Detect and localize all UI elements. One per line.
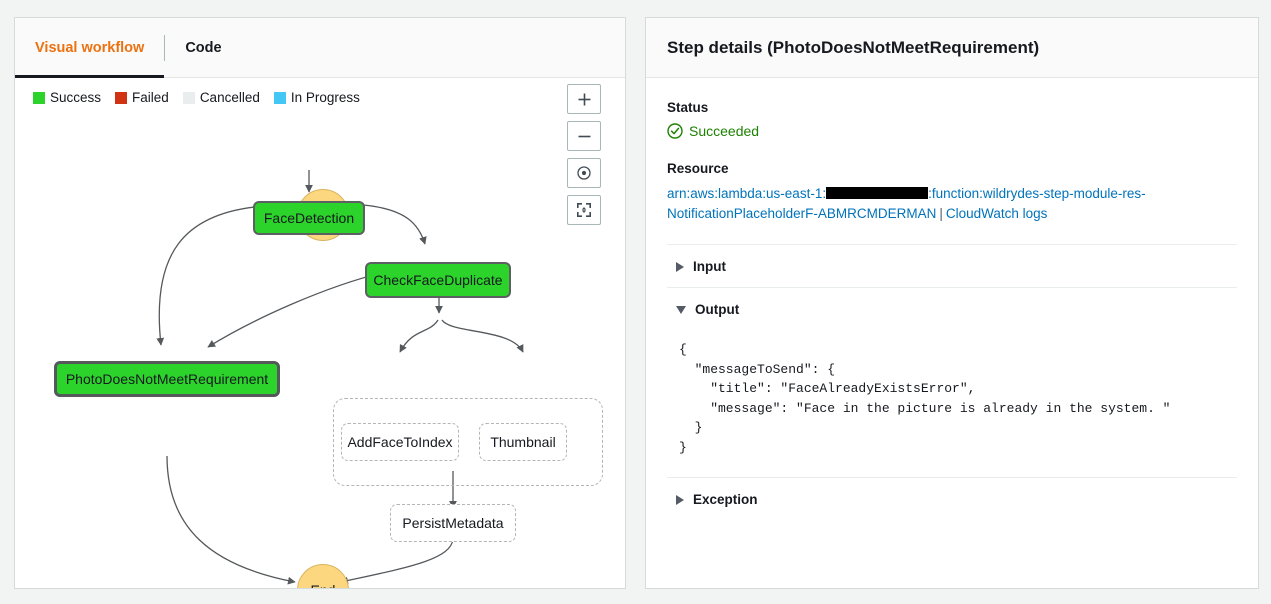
input-accordion-header[interactable]: Input (667, 245, 1237, 287)
node-check-face-duplicate[interactable]: CheckFaceDuplicate (365, 262, 511, 298)
output-json-content: { "messageToSend": { "title": "FaceAlrea… (679, 342, 1171, 455)
plus-icon (578, 93, 590, 105)
legend-label-failed: Failed (132, 90, 169, 105)
chevron-down-icon (676, 305, 686, 314)
status-badge: Succeeded (667, 123, 1237, 139)
node-persist-metadata[interactable]: PersistMetadata (390, 504, 516, 542)
status-label: Status (667, 100, 709, 115)
chevron-right-icon (676, 494, 684, 505)
in-progress-swatch-icon (273, 91, 286, 104)
legend-item-in-progress: In Progress (273, 90, 360, 105)
node-add-face-to-index[interactable]: AddFaceToIndex (341, 423, 459, 461)
tab-code[interactable]: Code (165, 18, 241, 78)
legend-label-success: Success (50, 90, 102, 105)
node-photo-does-not-meet-requirement[interactable]: PhotoDoesNotMeetRequirement (54, 361, 280, 397)
input-accordion-title: Input (693, 259, 726, 274)
legend-item-failed: Failed (115, 90, 169, 105)
node-persist-metadata-label: PersistMetadata (402, 515, 504, 531)
success-swatch-icon (33, 91, 45, 104)
step-details-panel: Step details (PhotoDoesNotMeetRequiremen… (645, 17, 1259, 589)
resource-links: arn:aws:lambda:us-east-1::function:wildr… (667, 184, 1237, 224)
tab-visual-workflow[interactable]: Visual workflow (15, 18, 165, 78)
output-accordion-title: Output (695, 302, 740, 317)
center-target-icon (577, 166, 591, 180)
node-photo-does-not-meet-requirement-label: PhotoDoesNotMeetRequirement (65, 371, 269, 387)
canvas-zoom-controls (567, 84, 601, 225)
zoom-in-button[interactable] (567, 84, 601, 114)
node-end-label: End (311, 582, 336, 588)
resource-arn-link[interactable]: arn:aws:lambda:us-east-1::function:wildr… (667, 186, 1146, 221)
success-check-icon (667, 123, 683, 139)
node-face-detection[interactable]: FaceDetection (253, 201, 365, 235)
input-accordion: Input (667, 244, 1237, 287)
workflow-edges (156, 170, 524, 585)
status-legend: Success Failed Cancelled In Progress (33, 90, 360, 105)
chevron-right-icon (676, 261, 684, 272)
node-add-face-to-index-label: AddFaceToIndex (347, 434, 453, 450)
node-check-face-duplicate-label: CheckFaceDuplicate (373, 272, 503, 288)
app-root: Visual workflow Code Success Failed Canc… (0, 0, 1271, 604)
resource-label: Resource (667, 161, 729, 176)
workflow-tab-bar: Visual workflow Code (15, 18, 625, 78)
cancelled-swatch-icon (182, 91, 195, 104)
link-separator: | (939, 206, 943, 221)
redacted-account-id (826, 187, 929, 199)
step-details-body: Status Succeeded Resource arn:aws:lambda… (646, 78, 1258, 520)
failed-swatch-icon (115, 91, 128, 104)
status-value: Succeeded (689, 123, 760, 139)
legend-label-in-progress: In Progress (290, 90, 360, 105)
workflow-canvas[interactable]: Success Failed Cancelled In Progress Fac… (15, 78, 625, 588)
node-thumbnail[interactable]: Thumbnail (479, 423, 567, 461)
exception-accordion-header[interactable]: Exception (667, 478, 1237, 520)
step-details-header: Step details (PhotoDoesNotMeetRequiremen… (646, 18, 1258, 78)
exception-accordion-title: Exception (693, 492, 758, 507)
resource-arn-prefix: arn:aws:lambda:us-east-1: (667, 186, 827, 201)
fit-screen-icon (577, 203, 591, 217)
zoom-out-button[interactable] (567, 121, 601, 151)
fit-screen-button[interactable] (567, 195, 601, 225)
legend-label-cancelled: Cancelled (199, 90, 260, 105)
center-view-button[interactable] (567, 158, 601, 188)
cloudwatch-logs-link[interactable]: CloudWatch logs (946, 206, 1048, 221)
minus-icon (578, 135, 590, 137)
legend-item-success: Success (33, 90, 101, 105)
output-accordion-header[interactable]: Output (667, 288, 1237, 330)
node-face-detection-label: FaceDetection (263, 210, 355, 226)
legend-item-cancelled: Cancelled (182, 90, 260, 105)
node-thumbnail-label: Thumbnail (490, 434, 556, 450)
visual-workflow-panel: Visual workflow Code Success Failed Canc… (14, 17, 626, 589)
page-title: Step details (PhotoDoesNotMeetRequiremen… (667, 37, 1040, 57)
exception-accordion: Exception (667, 477, 1237, 520)
output-accordion: Output { "messageToSend": { "title": "Fa… (667, 287, 1237, 477)
